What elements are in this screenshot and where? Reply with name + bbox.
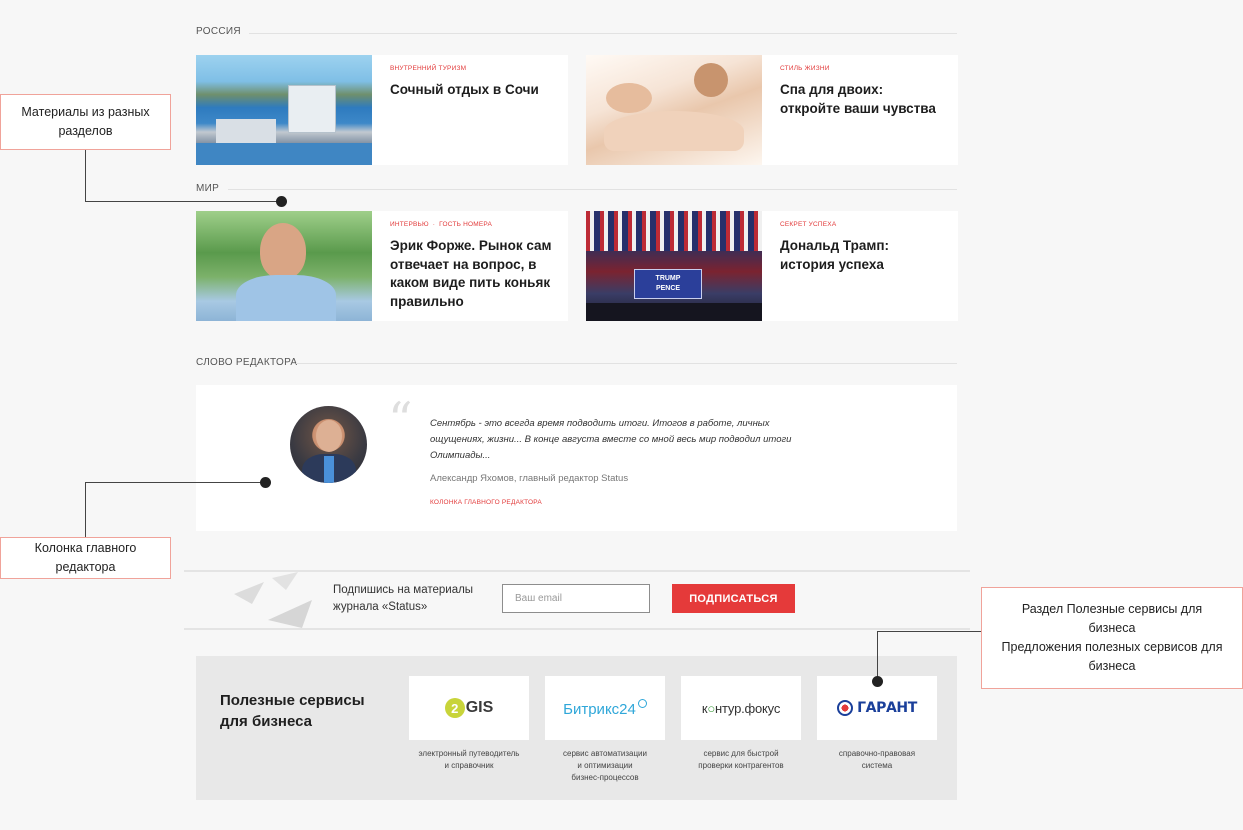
section-divider [296,363,957,364]
service-desc-bitrix24: сервис автоматизации и оптимизации бизне… [563,749,647,782]
podium-sign: TRUMP PENCE [634,269,702,299]
quote-mark-icon: “ [388,392,413,448]
subscribe-button[interactable]: ПОДПИСАТЬСЯ [672,584,795,613]
service-card-2gis[interactable]: 2 GIS [409,676,529,740]
section-divider [249,33,957,34]
article-image[interactable] [196,211,372,321]
editor-avatar[interactable] [290,406,367,483]
garant-logo: ГАРАНТ [837,700,917,716]
services-title: Полезные сервисы для бизнеса [220,692,365,730]
section-title-russia: РОССИЯ [196,26,241,37]
bitrix24-logo: Битрикс24 [563,698,647,718]
article-title[interactable]: Спа для двоих: откройте ваши чувства [780,81,946,118]
editor-column-link[interactable]: КОЛОНКА ГЛАВНОГО РЕДАКТОРА [430,499,542,506]
email-input[interactable] [502,584,650,613]
annotation-services: Раздел Полезные сервисы для бизнеса Пред… [981,587,1243,689]
service-desc-2gis: электронный путеводитель и справочник [418,749,520,770]
article-title[interactable]: Дональд Трамп: история успеха [780,237,946,274]
annotation-leader [85,482,265,483]
article-tag[interactable]: СТИЛЬ ЖИЗНИ [780,65,946,72]
article-tag[interactable]: СЕКРЕТ УСПЕХА [780,221,946,228]
section-title-world: МИР [196,183,220,194]
annotation-leader [877,631,878,681]
annotation-leader [877,631,981,632]
section-divider [228,189,957,190]
annotation-leader [85,150,86,202]
article-tag[interactable]: ИНТЕРВЬЮГОСТЬ НОМЕРА [390,221,556,228]
subscribe-text: Подпишись на материалы журнала «Status» [333,584,474,613]
2gis-logo: 2 GIS [444,698,493,718]
article-card[interactable]: TRUMP PENCE СЕКРЕТ УСПЕХА Дональд Трамп:… [586,211,958,321]
service-card-kontur-fokus[interactable]: к○нтур.фокус [681,676,801,740]
service-card-bitrix24[interactable]: Битрикс24 [545,676,665,740]
article-card[interactable]: ВНУТРЕННИЙ ТУРИЗМ Сочный отдых в Сочи [196,55,568,165]
annotation-materials: Материалы из разных разделов [0,94,171,150]
annotation-leader [85,201,281,202]
clock-icon [637,698,647,708]
article-tag[interactable]: ВНУТРЕННИЙ ТУРИЗМ [390,65,539,72]
article-title[interactable]: Эрик Форже. Рынок сам отвечает на вопрос… [390,237,556,311]
annotation-editor: Колонка главного редактора [0,537,171,579]
kontur-fokus-logo: к○нтур.фокус [701,700,781,716]
article-image[interactable] [196,55,372,165]
annotation-dot [276,196,287,207]
annotation-leader [85,482,86,537]
paper-plane-icon [234,572,312,628]
article-card[interactable]: СТИЛЬ ЖИЗНИ Спа для двоих: откройте ваши… [586,55,958,165]
article-card[interactable]: ИНТЕРВЬЮГОСТЬ НОМЕРА Эрик Форже. Рынок с… [196,211,568,321]
article-image[interactable]: TRUMP PENCE [586,211,762,321]
article-title[interactable]: Сочный отдых в Сочи [390,81,539,100]
service-desc-garant: справочно-правовая система [838,749,916,770]
service-desc-kontur-fokus: сервис для быстрой проверки контрагентов [698,749,784,770]
editor-author: Александр Яхомов, главный редактор Statu… [430,473,629,484]
annotation-dot [872,676,883,687]
editor-quote: Сентябрь - это всегда время подводить ит… [430,418,792,461]
annotation-dot [260,477,271,488]
section-title-editor: СЛОВО РЕДАКТОРА [196,357,298,368]
article-image[interactable] [586,55,762,165]
